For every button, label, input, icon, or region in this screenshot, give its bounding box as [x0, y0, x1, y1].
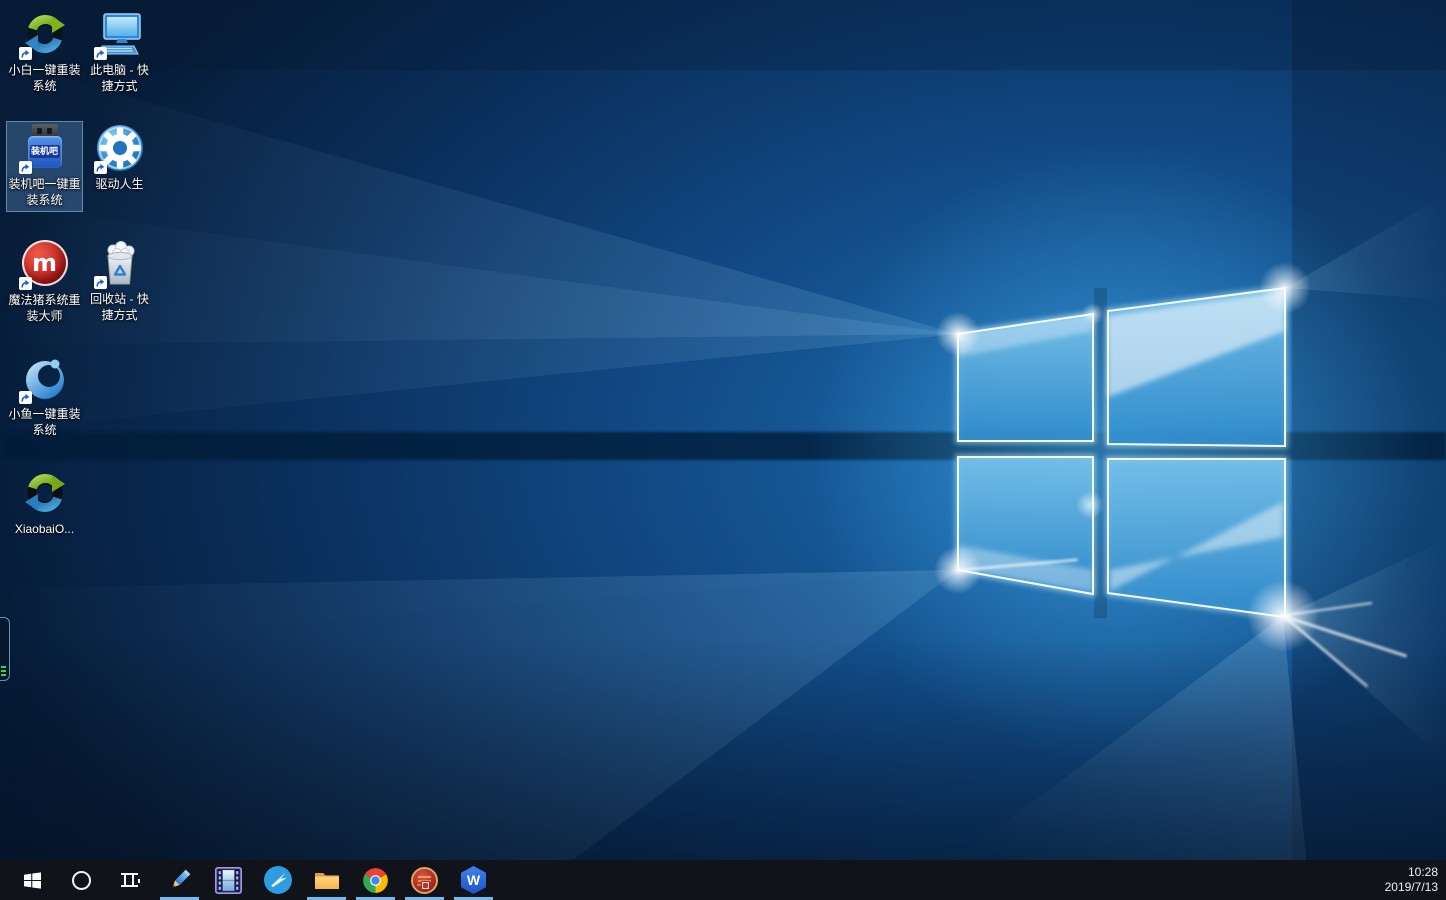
- desktop-icon-xiaobai[interactable]: 小白一键重装 系统: [7, 8, 82, 94]
- file-explorer-icon: [314, 869, 340, 891]
- computer-icon: [96, 10, 144, 58]
- cortana-circle-icon: [72, 871, 91, 890]
- gear-icon: [96, 124, 144, 172]
- desktop-icon-area: 小白一键重装 系统 此电脑 - 快 捷方式: [0, 0, 1446, 860]
- clock-date: 2019/7/13: [1385, 880, 1438, 895]
- desktop-icon-driver-life[interactable]: 驱动人生: [82, 122, 157, 192]
- edge-panel-handle[interactable]: [0, 617, 10, 681]
- chrome-icon: [362, 867, 389, 894]
- red-round-app-icon: [411, 867, 438, 894]
- desktop-icon-recycle-bin[interactable]: 回收站 - 快 捷方式: [82, 237, 157, 323]
- desktop-icon-this-pc[interactable]: 此电脑 - 快 捷方式: [82, 8, 157, 94]
- icon-label: 此电脑 - 快 捷方式: [82, 62, 157, 94]
- task-view-icon: [121, 873, 140, 887]
- shortcut-arrow-icon: [19, 47, 32, 60]
- icon-label: XiaobaiO...: [7, 521, 82, 537]
- shortcut-arrow-icon: [19, 391, 32, 404]
- task-view-button[interactable]: [106, 860, 155, 900]
- logo-letter: m: [32, 251, 57, 275]
- icon-label: 小鱼一键重装 系统: [7, 406, 82, 438]
- start-icon: [24, 872, 41, 889]
- desktop-icon-xiaoyu[interactable]: 小鱼一键重装 系统: [7, 352, 82, 438]
- shortcut-arrow-icon: [19, 277, 32, 290]
- start-button[interactable]: [8, 860, 57, 900]
- cortana-search-button[interactable]: [57, 860, 106, 900]
- icon-label: 驱动人生: [82, 176, 157, 192]
- bird-app-button[interactable]: [253, 860, 302, 900]
- windows-desktop-screen: 小白一键重装 系统 此电脑 - 快 捷方式: [0, 0, 1446, 900]
- shortcut-arrow-icon: [19, 161, 32, 174]
- icon-label: 回收站 - 快 捷方式: [82, 291, 157, 323]
- wps-letter: W: [467, 872, 480, 888]
- clock-time: 10:28: [1385, 865, 1438, 880]
- taskbar: W 10:28 2019/7/13: [0, 860, 1446, 900]
- icon-label: 装机吧一键重 装系统: [7, 176, 82, 208]
- recycle-bin-icon: [96, 239, 144, 287]
- sync-arrows-dark-icon: [21, 469, 69, 517]
- usb-drive-icon: 装机吧: [21, 124, 69, 172]
- taskbar-left-cluster: W: [0, 860, 498, 900]
- desktop-icon-zhuangjiba[interactable]: 装机吧 装机吧一键重 装系统: [7, 122, 82, 211]
- file-explorer-button[interactable]: [302, 860, 351, 900]
- desktop-icon-xiaobai-online[interactable]: XiaobaiO...: [7, 467, 82, 537]
- icon-label: 魔法猪系统重 装大师: [7, 292, 82, 324]
- shortcut-arrow-icon: [94, 161, 107, 174]
- red-app-button[interactable]: [400, 860, 449, 900]
- chrome-button[interactable]: [351, 860, 400, 900]
- desktop-icon-mofazhu[interactable]: m 魔法猪系统重 装大师: [7, 237, 82, 324]
- red-m-icon: m: [21, 240, 69, 288]
- film-strip-icon: [215, 867, 242, 894]
- pencil-app-button[interactable]: [155, 860, 204, 900]
- video-app-button[interactable]: [204, 860, 253, 900]
- blue-swirl-icon: [21, 354, 69, 402]
- shortcut-arrow-icon: [94, 276, 107, 289]
- taskbar-clock[interactable]: 10:28 2019/7/13: [1385, 865, 1446, 895]
- bird-icon: [264, 866, 292, 894]
- shortcut-arrow-icon: [94, 47, 107, 60]
- usb-label-text: 装机吧: [30, 145, 60, 158]
- sync-arrows-icon: [21, 10, 69, 58]
- pencil-icon: [167, 867, 193, 893]
- wps-hexagon-icon: W: [461, 866, 486, 894]
- wps-office-button[interactable]: W: [449, 860, 498, 900]
- icon-label: 小白一键重装 系统: [7, 62, 82, 94]
